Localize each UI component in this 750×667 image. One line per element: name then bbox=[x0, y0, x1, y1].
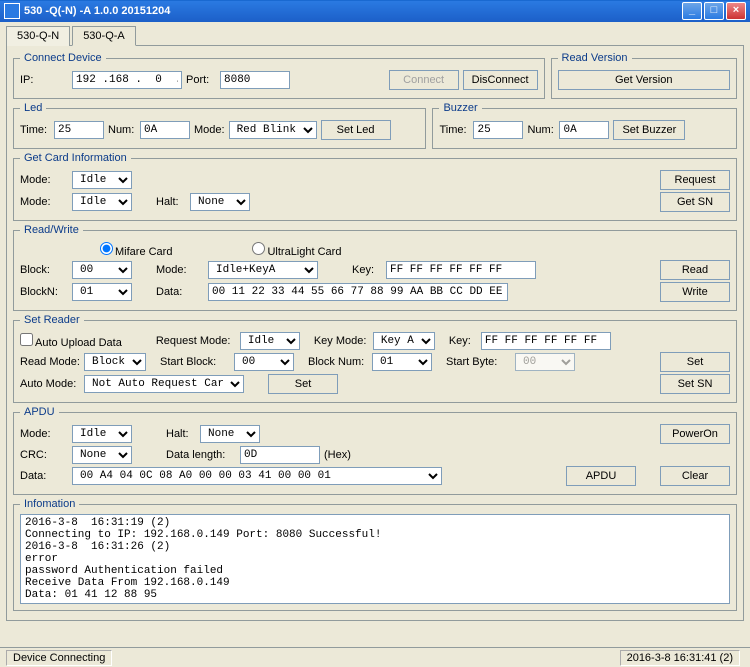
rw-legend: Read/Write bbox=[20, 224, 83, 236]
buzzer-time-label: Time: bbox=[439, 124, 469, 136]
led-time-label: Time: bbox=[20, 124, 50, 136]
buzzer-num-label: Num: bbox=[527, 124, 555, 136]
led-num-input[interactable] bbox=[140, 121, 190, 139]
tab-530qa[interactable]: 530-Q-A bbox=[72, 26, 136, 46]
disconnect-button[interactable]: DisConnect bbox=[463, 70, 538, 90]
write-button[interactable]: Write bbox=[660, 282, 730, 302]
getcard-legend: Get Card Information bbox=[20, 152, 131, 164]
auto-upload-checkbox[interactable] bbox=[20, 333, 33, 346]
datalen-label: Data length: bbox=[166, 449, 236, 461]
status-right: 2016-3-8 16:31:41 (2) bbox=[620, 650, 740, 666]
set-button[interactable]: Set bbox=[660, 352, 730, 372]
led-mode-label: Mode: bbox=[194, 124, 225, 136]
key-mode-select[interactable]: Key A bbox=[373, 332, 435, 350]
auto-mode-select[interactable]: Not Auto Request Card bbox=[84, 375, 244, 393]
block-num-label: Block Num: bbox=[308, 356, 368, 368]
rw-key-input[interactable] bbox=[386, 261, 536, 279]
key-mode-label: Key Mode: bbox=[314, 335, 369, 347]
getsn-button[interactable]: Get SN bbox=[660, 192, 730, 212]
led-legend: Led bbox=[20, 102, 46, 114]
getcard-mode1-label: Mode: bbox=[20, 174, 68, 186]
apdu-data-select[interactable]: 00 A4 04 0C 08 A0 00 00 03 41 00 00 01 bbox=[72, 467, 442, 485]
hex-label: (Hex) bbox=[324, 449, 351, 461]
app-icon bbox=[4, 3, 20, 19]
poweron-button[interactable]: PowerOn bbox=[660, 424, 730, 444]
block-num-select[interactable]: 01 bbox=[372, 353, 432, 371]
auto-upload-label[interactable]: Auto Upload Data bbox=[20, 333, 122, 349]
getcard-mode2-select[interactable]: Idle bbox=[72, 193, 132, 211]
led-num-label: Num: bbox=[108, 124, 136, 136]
apdu-legend: APDU bbox=[20, 406, 59, 418]
info-textbox[interactable]: 2016-3-8 16:31:19 (2) Connecting to IP: … bbox=[20, 514, 730, 604]
port-label: Port: bbox=[186, 74, 216, 86]
apdu-mode-label: Mode: bbox=[20, 428, 68, 440]
read-mode-label: Read Mode: bbox=[20, 356, 80, 368]
start-byte-select: 00 bbox=[515, 353, 575, 371]
getversion-button[interactable]: Get Version bbox=[558, 70, 731, 90]
ip-label: IP: bbox=[20, 74, 68, 86]
request-button[interactable]: Request bbox=[660, 170, 730, 190]
status-bar: Device Connecting 2016-3-8 16:31:41 (2) bbox=[0, 647, 750, 667]
title-bar: 530 -Q(-N) -A 1.0.0 20151204 _ □ × bbox=[0, 0, 750, 22]
readversion-legend: Read Version bbox=[558, 52, 632, 64]
setreader-key-input[interactable] bbox=[481, 332, 611, 350]
apdu-button[interactable]: APDU bbox=[566, 466, 636, 486]
read-mode-select[interactable]: Block bbox=[84, 353, 146, 371]
mifare-radio-label[interactable]: Mifare Card bbox=[100, 242, 172, 258]
apdu-halt-label: Halt: bbox=[166, 428, 196, 440]
tab-530qn[interactable]: 530-Q-N bbox=[6, 26, 70, 46]
crc-label: CRC: bbox=[20, 449, 68, 461]
start-block-label: Start Block: bbox=[160, 356, 230, 368]
apdu-halt-select[interactable]: None bbox=[200, 425, 260, 443]
getcard-mode1-select[interactable]: Idle bbox=[72, 171, 132, 189]
request-mode-select[interactable]: Idle bbox=[240, 332, 300, 350]
connect-button: Connect bbox=[389, 70, 459, 90]
buzzer-num-input[interactable] bbox=[559, 121, 609, 139]
setbuzzer-button[interactable]: Set Buzzer bbox=[613, 120, 685, 140]
ultralight-radio-label[interactable]: UltraLight Card bbox=[252, 242, 341, 258]
start-block-select[interactable]: 00 bbox=[234, 353, 294, 371]
ultralight-radio[interactable] bbox=[252, 242, 265, 255]
mifare-radio[interactable] bbox=[100, 242, 113, 255]
minimize-button[interactable]: _ bbox=[682, 2, 702, 20]
status-left: Device Connecting bbox=[6, 650, 112, 666]
blockn-label: BlockN: bbox=[20, 286, 68, 298]
apdu-data-label: Data: bbox=[20, 470, 68, 482]
getcard-halt-select[interactable]: None bbox=[190, 193, 250, 211]
crc-select[interactable]: None bbox=[72, 446, 132, 464]
buzzer-time-input[interactable] bbox=[473, 121, 523, 139]
buzzer-legend: Buzzer bbox=[439, 102, 481, 114]
rw-data-label: Data: bbox=[156, 286, 204, 298]
read-button[interactable]: Read bbox=[660, 260, 730, 280]
request-mode-label: Request Mode: bbox=[156, 335, 236, 347]
rw-mode-select[interactable]: Idle+KeyA bbox=[208, 261, 318, 279]
auto-mode-label: Auto Mode: bbox=[20, 378, 80, 390]
port-input[interactable] bbox=[220, 71, 290, 89]
rw-mode-label: Mode: bbox=[156, 264, 204, 276]
connect-legend: Connect Device bbox=[20, 52, 106, 64]
block-select[interactable]: 00 bbox=[72, 261, 132, 279]
getcard-mode2-label: Mode: bbox=[20, 196, 68, 208]
rw-key-label: Key: bbox=[352, 264, 382, 276]
window-title: 530 -Q(-N) -A 1.0.0 20151204 bbox=[24, 5, 680, 17]
close-button[interactable]: × bbox=[726, 2, 746, 20]
apdu-mode-select[interactable]: Idle bbox=[72, 425, 132, 443]
info-legend: Infomation bbox=[20, 498, 79, 510]
start-byte-label: Start Byte: bbox=[446, 356, 511, 368]
getcard-halt-label: Halt: bbox=[156, 196, 186, 208]
datalen-input[interactable] bbox=[240, 446, 320, 464]
led-mode-select[interactable]: Red Blink bbox=[229, 121, 317, 139]
set-button-2[interactable]: Set bbox=[268, 374, 338, 394]
led-time-input[interactable] bbox=[54, 121, 104, 139]
maximize-button[interactable]: □ bbox=[704, 2, 724, 20]
setsn-button[interactable]: Set SN bbox=[660, 374, 730, 394]
setreader-legend: Set Reader bbox=[20, 314, 84, 326]
block-label: Block: bbox=[20, 264, 68, 276]
setreader-key-label: Key: bbox=[449, 335, 477, 347]
setled-button[interactable]: Set Led bbox=[321, 120, 391, 140]
ip-input[interactable] bbox=[72, 71, 182, 89]
rw-data-input[interactable] bbox=[208, 283, 508, 301]
clear-button[interactable]: Clear bbox=[660, 466, 730, 486]
blockn-select[interactable]: 01 bbox=[72, 283, 132, 301]
